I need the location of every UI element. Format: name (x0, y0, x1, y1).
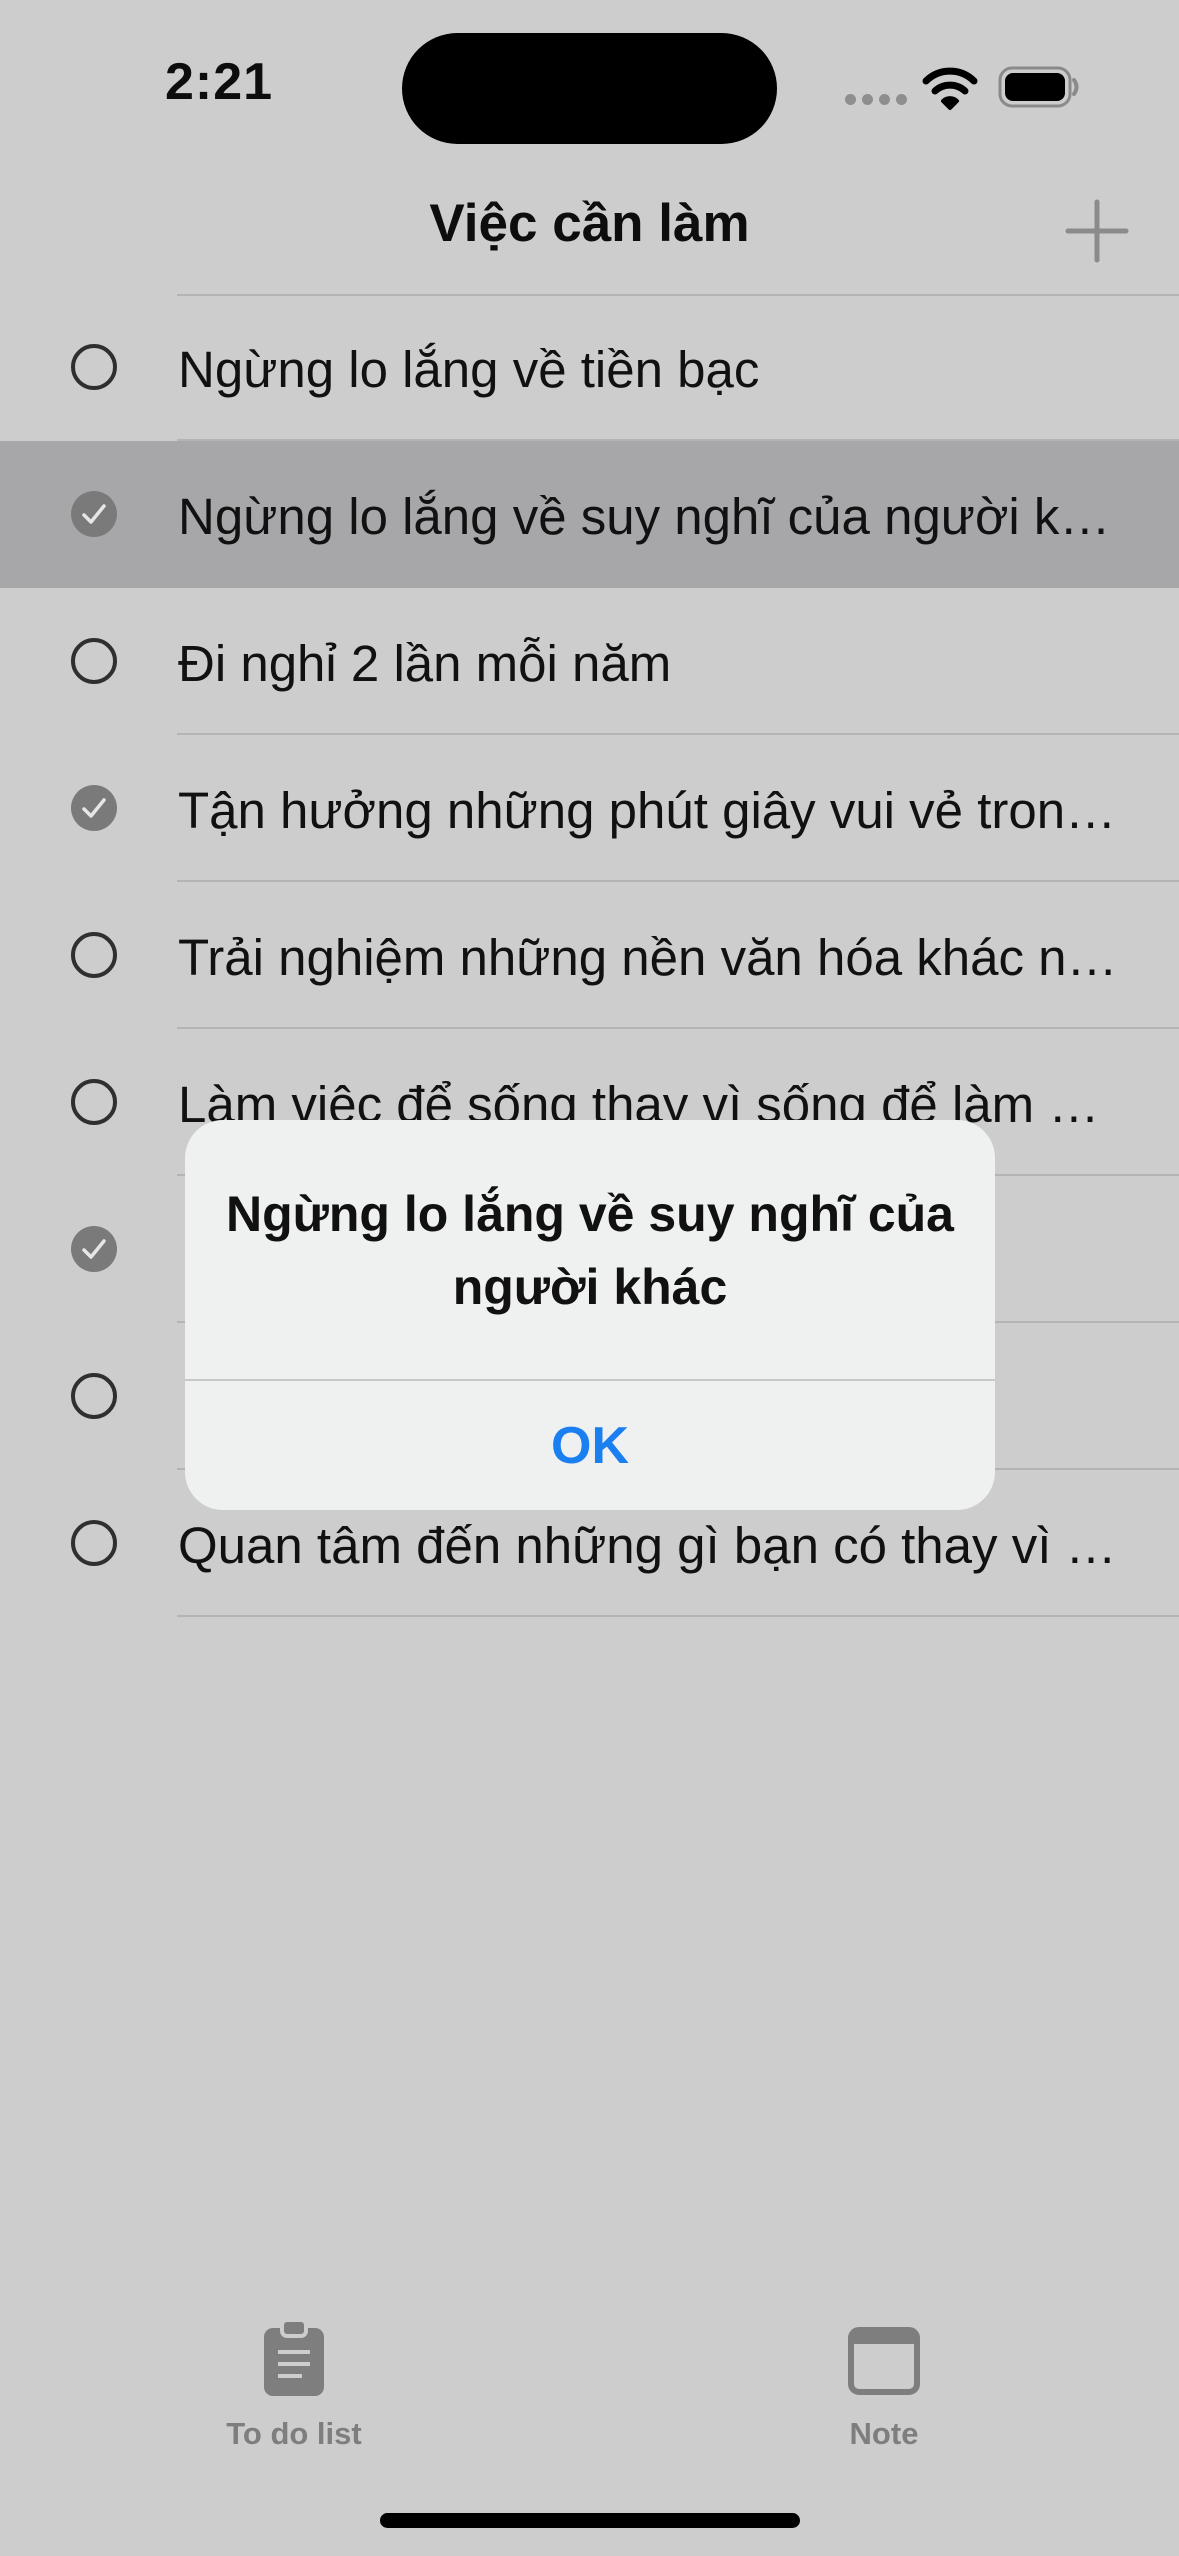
alert-divider (185, 1379, 995, 1381)
task-row[interactable]: Ngừng lo lắng về suy nghĩ của người khác (0, 441, 1179, 588)
task-row[interactable]: Đi nghỉ 2 lần mỗi năm (0, 588, 1179, 735)
empty-circle-icon[interactable] (71, 1373, 117, 1419)
empty-circle-icon[interactable] (71, 1079, 117, 1125)
plus-icon (1065, 199, 1129, 263)
row-divider (177, 1615, 1179, 1617)
task-row[interactable]: Tận hưởng những phút giây vui vẻ trong c… (0, 735, 1179, 882)
window-icon (848, 2327, 920, 2395)
checked-circle-icon[interactable] (71, 491, 117, 537)
task-label: Đi nghỉ 2 lần mỗi năm (178, 635, 672, 692)
dynamic-island (402, 33, 777, 144)
task-label: Quan tâm đến những gì bạn có thay vì nhữ… (178, 1517, 1119, 1574)
add-task-button[interactable] (1062, 196, 1132, 266)
page-title: Việc cần làm (429, 194, 750, 253)
cellular-signal-icon (845, 92, 913, 110)
alert-dialog: Ngừng lo lắng về suy nghĩ của người khác… (185, 1120, 995, 1510)
empty-circle-icon[interactable] (71, 638, 117, 684)
tab-label-note: Note (849, 2416, 919, 2451)
empty-circle-icon[interactable] (71, 932, 117, 978)
clipboard-icon (264, 2318, 324, 2396)
alert-title: Ngừng lo lắng về suy nghĩ của người khác (226, 1186, 954, 1315)
checked-circle-icon[interactable] (71, 1226, 117, 1272)
task-label: Ngừng lo lắng về suy nghĩ của người khác (178, 488, 1119, 545)
tab-to-do-list[interactable]: To do list (194, 2318, 394, 2452)
empty-circle-icon[interactable] (71, 1520, 117, 1566)
home-indicator (380, 2513, 800, 2528)
checked-circle-icon[interactable] (71, 785, 117, 831)
task-label: Ngừng lo lắng về tiền bạc (178, 341, 760, 398)
task-row[interactable]: Trải nghiệm những nền văn hóa khác nhau (0, 882, 1179, 1029)
battery-icon (998, 66, 1079, 108)
tab-note[interactable]: Note (784, 2318, 984, 2452)
wifi-icon (922, 67, 978, 110)
status-time: 2:21 (165, 53, 274, 111)
task-label: Trải nghiệm những nền văn hóa khác nhau (178, 929, 1119, 986)
tab-label-to-do-list: To do list (226, 2416, 362, 2451)
empty-circle-icon[interactable] (71, 344, 117, 390)
task-label: Tận hưởng những phút giây vui vẻ trong c… (178, 782, 1119, 839)
task-row[interactable]: Ngừng lo lắng về tiền bạc (0, 294, 1179, 441)
ok-button[interactable]: OK (185, 1382, 995, 1510)
